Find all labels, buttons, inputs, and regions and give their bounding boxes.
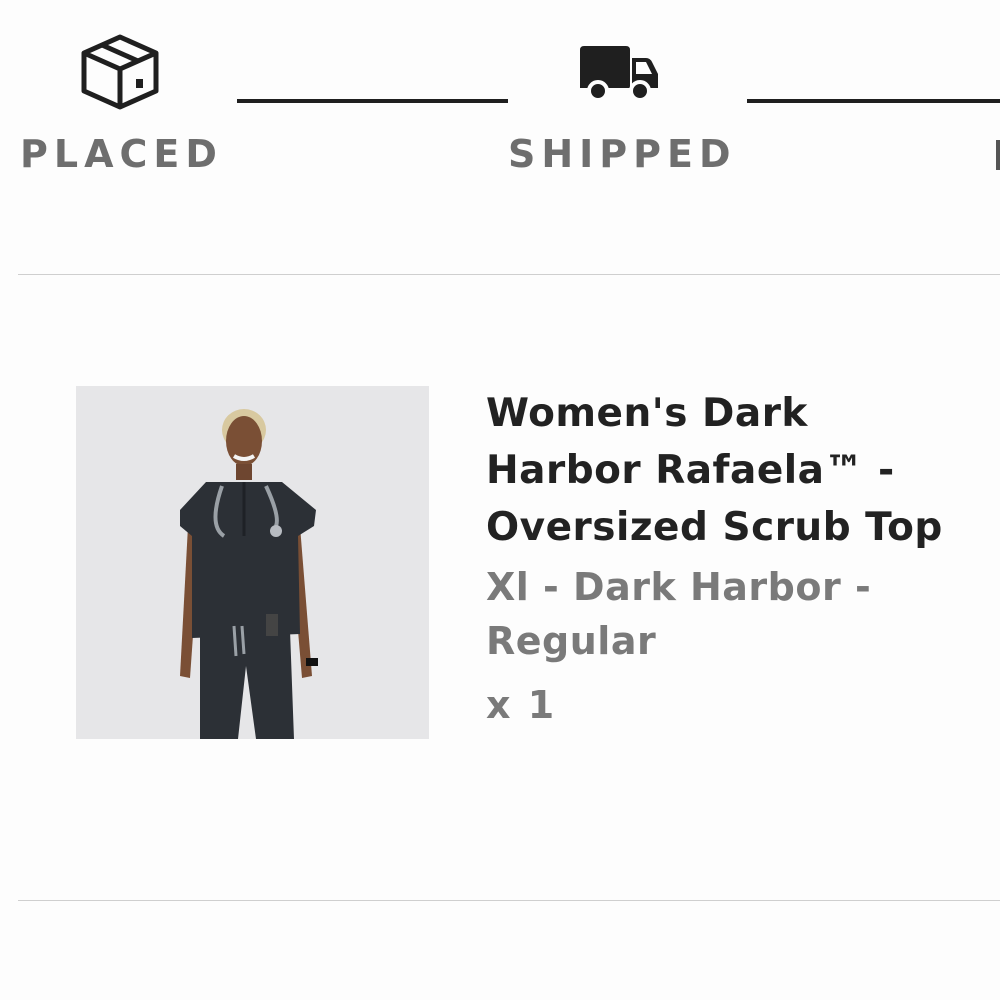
box-icon xyxy=(80,33,160,115)
product-image[interactable] xyxy=(76,386,429,739)
progress-connector xyxy=(747,99,1000,103)
divider xyxy=(18,274,1000,275)
step-placed-label: PLACED xyxy=(20,132,223,176)
product-quantity: x 1 xyxy=(486,683,557,727)
progress-connector xyxy=(237,99,508,103)
order-detail-page: PLACED SHIPPED Women's Dark Harbor Rafae… xyxy=(0,0,1000,1000)
truck-icon xyxy=(578,44,660,106)
product-title[interactable]: Women's Dark Harbor Rafaela™ - Oversized… xyxy=(486,385,956,556)
next-step-label-clipped xyxy=(996,140,1000,170)
order-status-tracker: PLACED SHIPPED xyxy=(0,0,1000,200)
step-shipped-label: SHIPPED xyxy=(508,132,737,176)
line-item-details: Women's Dark Harbor Rafaela™ - Oversized… xyxy=(486,385,956,730)
product-variant: Xl - Dark Harbor - Regular xyxy=(486,565,872,663)
divider xyxy=(18,900,1000,901)
